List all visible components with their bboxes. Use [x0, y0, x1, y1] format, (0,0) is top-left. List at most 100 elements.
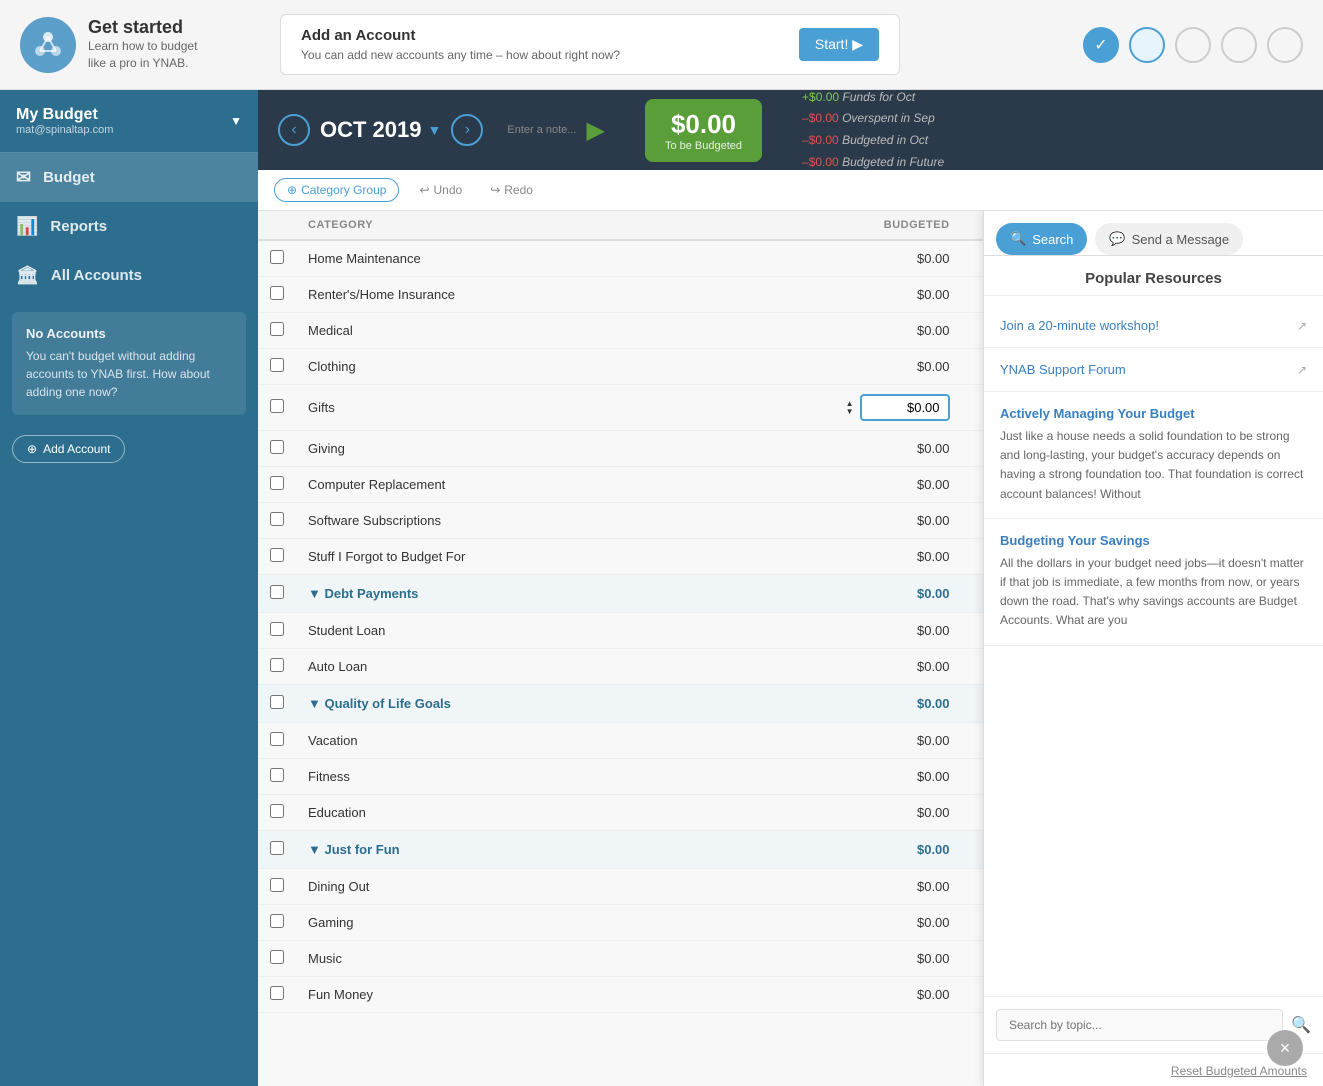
row-checkbox[interactable]	[270, 250, 284, 264]
table-row-category: Gaming	[296, 905, 686, 941]
budgeted-amount-input[interactable]	[860, 394, 950, 421]
logo-area: Get started Learn how to budget like a p…	[20, 17, 260, 73]
budgeted-oct-label: Budgeted in Oct	[842, 133, 928, 147]
row-checkbox[interactable]	[270, 878, 284, 892]
table-row-budgeted: $0.00	[686, 831, 961, 869]
budget-input-arrows[interactable]: ▲▼	[846, 400, 854, 416]
add-category-label: Category Group	[301, 183, 386, 197]
message-tab-label: Send a Message	[1132, 232, 1230, 247]
article-1-title[interactable]: Actively Managing Your Budget	[1000, 406, 1307, 421]
no-accounts-text: You can't budget without adding accounts…	[26, 347, 232, 401]
reset-budgeted-button[interactable]: Reset Budgeted Amounts	[1171, 1064, 1307, 1078]
progress-dots: ✓	[1083, 27, 1303, 63]
article-2-title[interactable]: Budgeting Your Savings	[1000, 533, 1307, 548]
row-checkbox[interactable]	[270, 841, 284, 855]
table-row-category: Software Subscriptions	[296, 503, 686, 539]
row-checkbox[interactable]	[270, 358, 284, 372]
table-row-budgeted: $0.00	[686, 539, 961, 575]
progress-dot-3[interactable]	[1175, 27, 1211, 63]
budgeted-future-label: Budgeted in Future	[842, 155, 944, 169]
article-managing-budget: Actively Managing Your Budget Just like …	[984, 392, 1323, 519]
start-button[interactable]: Start! ▶	[799, 28, 879, 61]
add-account-banner: Add an Account You can add new accounts …	[280, 14, 900, 75]
row-checkbox[interactable]	[270, 548, 284, 562]
month-title[interactable]: OCT 2019 ▼	[320, 117, 441, 143]
row-checkbox[interactable]	[270, 804, 284, 818]
help-panel-tabs: 🔍 Search 💬 Send a Message	[984, 211, 1323, 256]
budget-icon: ✉	[16, 167, 31, 188]
sidebar-item-all-accounts[interactable]: 🏛 All Accounts	[0, 251, 258, 300]
row-checkbox[interactable]	[270, 476, 284, 490]
help-search-input[interactable]	[996, 1009, 1283, 1041]
add-category-group-button[interactable]: ⊕ Category Group	[274, 178, 399, 202]
row-checkbox[interactable]	[270, 658, 284, 672]
table-row-category: Gifts	[296, 385, 686, 431]
to-be-budgeted-box: $0.00 To be Budgeted	[645, 99, 762, 162]
table-row-budgeted: $0.00	[686, 759, 961, 795]
reports-icon: 📊	[16, 216, 38, 237]
no-accounts-heading: No Accounts	[26, 326, 232, 341]
budget-name: My Budget	[16, 106, 113, 124]
row-checkbox[interactable]	[270, 585, 284, 599]
prev-month-button[interactable]: ‹	[278, 114, 310, 146]
article-budgeting-savings: Budgeting Your Savings All the dollars i…	[984, 519, 1323, 646]
row-checkbox[interactable]	[270, 399, 284, 413]
main-layout: My Budget mat@spinaltap.com ▼ ✉ Budget 📊…	[0, 90, 1323, 1086]
sidebar-item-reports[interactable]: 📊 Reports	[0, 202, 258, 251]
overspent-sep: –$0.00	[802, 111, 839, 125]
row-checkbox[interactable]	[270, 950, 284, 964]
progress-dot-1[interactable]: ✓	[1083, 27, 1119, 63]
row-checkbox[interactable]	[270, 695, 284, 709]
table-row-category: Computer Replacement	[296, 467, 686, 503]
table-row-budgeted[interactable]: ▲▼	[686, 385, 961, 431]
close-help-button[interactable]: ×	[1267, 1030, 1303, 1066]
sidebar-item-budget[interactable]: ✉ Budget	[0, 153, 258, 202]
table-row-budgeted: $0.00	[686, 869, 961, 905]
row-checkbox[interactable]	[270, 440, 284, 454]
table-row-budgeted: $0.00	[686, 240, 961, 277]
month-dropdown-icon: ▼	[428, 122, 442, 138]
funds-for-oct-label: Funds for Oct	[842, 90, 915, 104]
row-checkbox[interactable]	[270, 732, 284, 746]
budget-header: ‹ OCT 2019 ▼ › Enter a note... ▶ $0.00 T…	[258, 90, 1323, 170]
redo-button[interactable]: ↪ Redo	[482, 179, 541, 201]
add-account-btn-label: Add Account	[43, 442, 110, 456]
table-row-category: Renter's/Home Insurance	[296, 277, 686, 313]
table-row-budgeted: $0.00	[686, 613, 961, 649]
table-row-category: Vacation	[296, 723, 686, 759]
table-row-budgeted: $0.00	[686, 575, 961, 613]
sidebar: My Budget mat@spinaltap.com ▼ ✉ Budget 📊…	[0, 90, 258, 1086]
budget-table-container: CATEGORY BUDGETED ACTIVITY AVAILABLE Hom…	[258, 211, 1323, 1086]
table-row-category: ▼ Quality of Life Goals	[296, 685, 686, 723]
redo-icon: ↪	[490, 183, 500, 197]
workshop-link[interactable]: Join a 20-minute workshop! ↗	[984, 304, 1323, 348]
help-tab-search[interactable]: 🔍 Search	[996, 223, 1087, 255]
next-month-button[interactable]: ›	[451, 114, 483, 146]
note-label[interactable]: Enter a note...	[507, 124, 576, 136]
sidebar-header[interactable]: My Budget mat@spinaltap.com ▼	[0, 90, 258, 153]
table-row-category: Stuff I Forgot to Budget For	[296, 539, 686, 575]
progress-dot-5[interactable]	[1267, 27, 1303, 63]
row-checkbox[interactable]	[270, 986, 284, 1000]
ynab-logo	[20, 17, 76, 73]
add-account-button[interactable]: ⊕ Add Account	[12, 435, 125, 463]
row-checkbox[interactable]	[270, 286, 284, 300]
undo-icon: ↩	[419, 183, 429, 197]
table-row-category: Fun Money	[296, 977, 686, 1013]
undo-button[interactable]: ↩ Undo	[411, 179, 470, 201]
sidebar-item-accounts-label: All Accounts	[51, 267, 142, 284]
row-checkbox[interactable]	[270, 322, 284, 336]
row-checkbox[interactable]	[270, 512, 284, 526]
progress-dot-2[interactable]	[1129, 27, 1165, 63]
workshop-label: Join a 20-minute workshop!	[1000, 318, 1159, 333]
help-tab-message[interactable]: 💬 Send a Message	[1095, 223, 1243, 255]
row-checkbox[interactable]	[270, 914, 284, 928]
external-link-icon-2: ↗	[1297, 363, 1307, 377]
row-checkbox[interactable]	[270, 622, 284, 636]
table-row-category: ▼ Just for Fun	[296, 831, 686, 869]
progress-dot-4[interactable]	[1221, 27, 1257, 63]
support-forum-link[interactable]: YNAB Support Forum ↗	[984, 348, 1323, 392]
row-checkbox[interactable]	[270, 768, 284, 782]
table-row-budgeted: $0.00	[686, 977, 961, 1013]
sidebar-item-budget-label: Budget	[43, 169, 95, 186]
